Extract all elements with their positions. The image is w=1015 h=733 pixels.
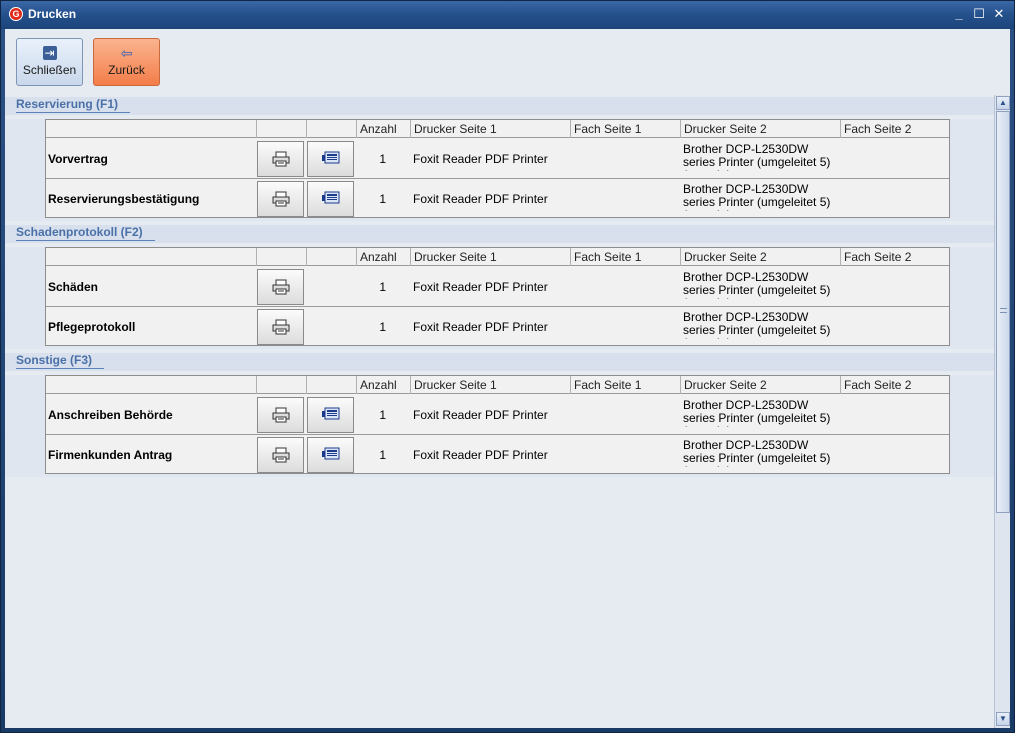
preview-button[interactable]: [307, 397, 354, 433]
document-list: Reservierung (F1) Anzahl Drucker Seite 1 Fa…: [5, 95, 994, 728]
header-count[interactable]: Anzahl: [356, 248, 411, 266]
copy-count[interactable]: 1: [358, 395, 386, 435]
header-tray1[interactable]: Fach Seite 1: [570, 376, 680, 394]
table-row[interactable]: Firmenkunden Antrag 1 Foxit Reader PDF Pri…: [46, 435, 949, 475]
printer-page2[interactable]: Brother DCP-L2530DW series Printer (umge…: [683, 399, 843, 427]
client-area: ⇥ Schließen ⇦ Zurück Reservierung (F1) An…: [5, 29, 1010, 728]
exit-icon: ⇥: [42, 46, 57, 60]
header-printer2[interactable]: Drucker Seite 2: [680, 248, 840, 266]
printer-page1[interactable]: Foxit Reader PDF Printer: [413, 307, 548, 347]
preview-button[interactable]: [307, 437, 354, 473]
title-bar[interactable]: G Drucken _ ☐ ✕: [1, 1, 1014, 29]
back-button-label: Zurück: [108, 63, 145, 77]
copy-count[interactable]: 1: [358, 435, 386, 475]
preview-button[interactable]: [307, 141, 354, 177]
table-row[interactable]: Reservierungsbestätigung 1 Foxit Reader PD…: [46, 179, 949, 219]
printer-page1[interactable]: Foxit Reader PDF Printer: [413, 179, 548, 219]
header-print: [256, 120, 306, 138]
printer-page2[interactable]: Brother DCP-L2530DW series Printer (umge…: [683, 143, 843, 171]
document-grid: Anzahl Drucker Seite 1 Fach Seite 1 Drucker…: [45, 247, 950, 346]
print-button[interactable]: [257, 437, 304, 473]
printer-page2[interactable]: Brother DCP-L2530DW series Printer (umge…: [683, 439, 843, 467]
header-print: [256, 248, 306, 266]
grid-header: Anzahl Drucker Seite 1 Fach Seite 1 Drucker…: [46, 120, 949, 138]
header-printer2[interactable]: Drucker Seite 2: [680, 376, 840, 394]
section-title: Reservierung (F1): [16, 97, 131, 113]
printer-page1[interactable]: Foxit Reader PDF Printer: [413, 435, 548, 475]
printer-page2[interactable]: Brother DCP-L2530DW series Printer (umge…: [683, 311, 843, 339]
header-preview: [306, 120, 356, 138]
header-tray2[interactable]: Fach Seite 2: [840, 248, 948, 266]
copy-count[interactable]: 1: [358, 307, 386, 347]
header-name: [46, 376, 256, 394]
header-preview: [306, 248, 356, 266]
arrow-left-icon: ⇦: [120, 45, 133, 61]
document-name: Pflegeprotokoll: [48, 320, 136, 334]
preview-button[interactable]: [307, 181, 354, 217]
document-name: Anschreiben Behörde: [48, 408, 173, 422]
print-button[interactable]: [257, 397, 304, 433]
table-row[interactable]: Schäden 1 Foxit Reader PDF Printer Brother …: [46, 267, 949, 307]
close-button[interactable]: ⇥ Schließen: [16, 38, 83, 86]
header-tray1[interactable]: Fach Seite 1: [570, 248, 680, 266]
table-row[interactable]: Vorvertrag 1 Foxit Reader PDF Printer Broth…: [46, 139, 949, 179]
printer-page2[interactable]: Brother DCP-L2530DW series Printer (umge…: [683, 271, 843, 299]
printer-page1[interactable]: Foxit Reader PDF Printer: [413, 267, 548, 307]
header-tray2[interactable]: Fach Seite 2: [840, 376, 948, 394]
window-title: Drucken: [28, 7, 77, 21]
app-logo-icon: G: [9, 7, 23, 21]
print-button[interactable]: [257, 269, 304, 305]
copy-count[interactable]: 1: [358, 139, 386, 179]
header-name: [46, 248, 256, 266]
print-window: G Drucken _ ☐ ✕ ⇥ Schließen ⇦ Zurück Res…: [0, 0, 1015, 733]
copy-count[interactable]: 1: [358, 267, 386, 307]
back-button[interactable]: ⇦ Zurück: [93, 38, 160, 86]
table-row[interactable]: Anschreiben Behörde 1 Foxit Reader PDF Pri…: [46, 395, 949, 435]
grip-icon: [1000, 308, 1007, 313]
print-button[interactable]: [257, 141, 304, 177]
header-count[interactable]: Anzahl: [356, 376, 411, 394]
vertical-scrollbar[interactable]: ▲ ▼: [994, 95, 1010, 728]
printer-page1[interactable]: Foxit Reader PDF Printer: [413, 139, 548, 179]
section-title: Schadenprotokoll (F2): [16, 225, 155, 241]
document-name: Vorvertrag: [48, 152, 108, 166]
header-print: [256, 376, 306, 394]
section-band: [5, 353, 994, 371]
header-printer1[interactable]: Drucker Seite 1: [410, 248, 570, 266]
window-controls: _ ☐ ✕: [952, 6, 1006, 22]
table-row[interactable]: Pflegeprotokoll 1 Foxit Reader PDF Printer…: [46, 307, 949, 347]
document-name: Reservierungsbestätigung: [48, 192, 200, 206]
header-printer2[interactable]: Drucker Seite 2: [680, 120, 840, 138]
header-count[interactable]: Anzahl: [356, 120, 411, 138]
grid-header: Anzahl Drucker Seite 1 Fach Seite 1 Drucker…: [46, 248, 949, 266]
printer-page2[interactable]: Brother DCP-L2530DW series Printer (umge…: [683, 183, 843, 211]
header-printer1[interactable]: Drucker Seite 1: [410, 376, 570, 394]
scrollbar-thumb[interactable]: [996, 111, 1010, 513]
print-button[interactable]: [257, 309, 304, 345]
section-title: Sonstige (F3): [16, 353, 105, 369]
header-printer1[interactable]: Drucker Seite 1: [410, 120, 570, 138]
copy-count[interactable]: 1: [358, 179, 386, 219]
document-grid: Anzahl Drucker Seite 1 Fach Seite 1 Drucker…: [45, 119, 950, 218]
grid-header: Anzahl Drucker Seite 1 Fach Seite 1 Drucker…: [46, 376, 949, 394]
scroll-up-arrow-icon[interactable]: ▲: [996, 96, 1010, 110]
close-button-label: Schließen: [22, 63, 77, 77]
document-grid: Anzahl Drucker Seite 1 Fach Seite 1 Drucker…: [45, 375, 950, 474]
minimize-button[interactable]: _: [952, 6, 966, 22]
header-name: [46, 120, 256, 138]
header-tray2[interactable]: Fach Seite 2: [840, 120, 948, 138]
print-button[interactable]: [257, 181, 304, 217]
scroll-down-arrow-icon[interactable]: ▼: [996, 712, 1010, 726]
printer-page1[interactable]: Foxit Reader PDF Printer: [413, 395, 548, 435]
document-name: Firmenkunden Antrag: [48, 448, 173, 462]
document-name: Schäden: [48, 280, 99, 294]
maximize-button[interactable]: ☐: [972, 6, 986, 22]
close-window-button[interactable]: ✕: [992, 6, 1006, 22]
header-tray1[interactable]: Fach Seite 1: [570, 120, 680, 138]
header-preview: [306, 376, 356, 394]
section-band: [5, 97, 994, 115]
